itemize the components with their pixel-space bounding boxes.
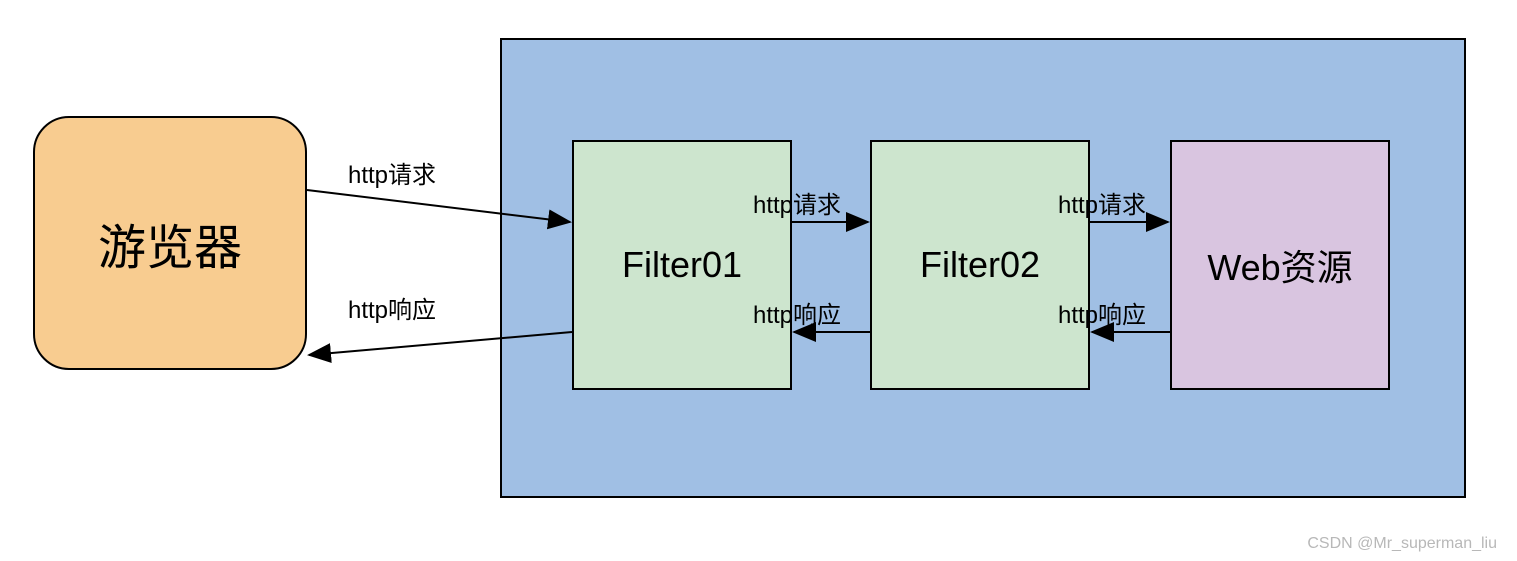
webres-label: Web资源	[1207, 239, 1352, 291]
watermark: CSDN @Mr_superman_liu	[1307, 535, 1497, 553]
request-label-2: http请求	[753, 185, 841, 220]
browser-node: 游览器	[33, 116, 307, 370]
response-label-3: http响应	[1058, 295, 1146, 330]
filter01-node: Filter01	[572, 140, 792, 390]
request-label-1: http请求	[348, 155, 436, 190]
filter02-node: Filter02	[870, 140, 1090, 390]
filter02-label: Filter02	[920, 244, 1040, 286]
response-label-1: http响应	[348, 290, 436, 325]
response-label-2: http响应	[753, 295, 841, 330]
webres-node: Web资源	[1170, 140, 1390, 390]
filter01-label: Filter01	[622, 244, 742, 286]
browser-label: 游览器	[98, 208, 242, 278]
request-label-3: http请求	[1058, 185, 1146, 220]
